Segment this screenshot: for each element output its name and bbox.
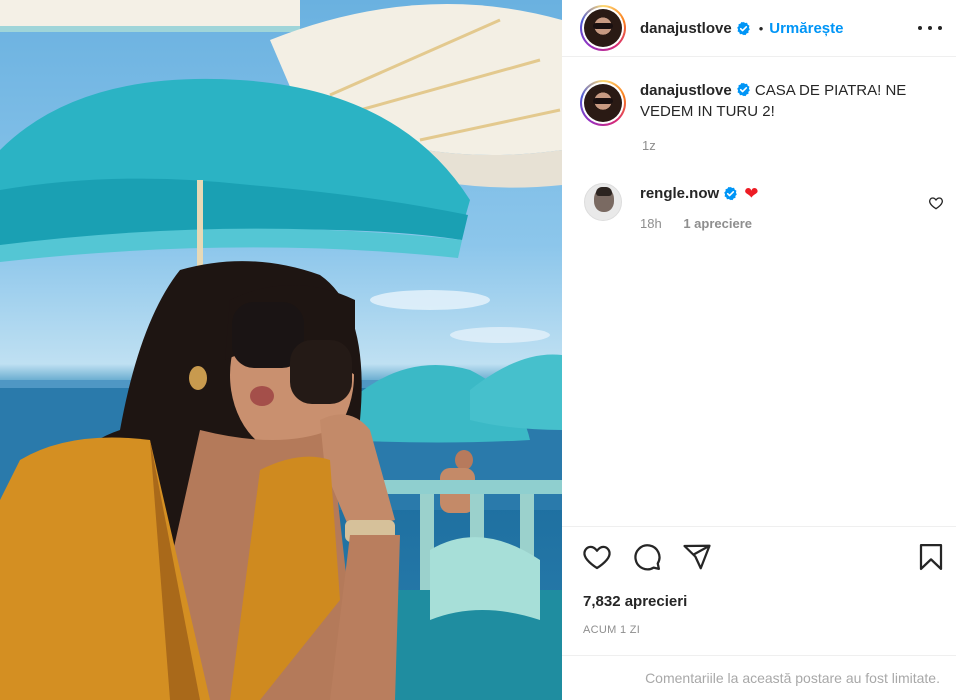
caption-author-username[interactable]: danajustlove <box>640 82 732 99</box>
caption-timestamp[interactable]: 1z <box>642 138 656 153</box>
author-avatar[interactable] <box>580 5 626 51</box>
post-photo[interactable] <box>0 0 562 700</box>
photo-illustration <box>0 0 562 700</box>
post-details-panel: danajustlove • Urmărește danajustlove CA… <box>562 0 956 700</box>
bookmark-icon[interactable] <box>916 542 946 572</box>
more-options-icon[interactable] <box>918 18 942 38</box>
author-username[interactable]: danajustlove <box>640 20 732 37</box>
post-header: danajustlove • Urmărește <box>562 0 956 57</box>
comment-timestamp[interactable]: 18h <box>640 216 662 231</box>
comments-limited-notice: Comentariile la această postare au fost … <box>645 670 940 686</box>
comment-icon[interactable] <box>632 542 662 572</box>
verified-badge-icon <box>736 21 750 35</box>
comment-item: rengle.now ❤ 18h 1 apreciere <box>584 183 944 231</box>
separator-dot: • <box>758 20 764 36</box>
heart-icon[interactable] <box>582 542 612 572</box>
share-icon[interactable] <box>682 542 712 572</box>
comment-like-heart-icon[interactable] <box>928 195 944 211</box>
post-caption: danajustlove CASA DE PIATRA! NE VEDEM IN… <box>580 80 940 126</box>
commenter-avatar[interactable] <box>584 183 622 221</box>
comment-likes[interactable]: 1 apreciere <box>683 216 752 231</box>
commenter-username[interactable]: rengle.now <box>640 185 719 202</box>
verified-badge-icon <box>736 82 750 97</box>
comment-heart-emoji: ❤ <box>744 184 759 203</box>
likes-count[interactable]: 7,832 aprecieri <box>583 593 687 610</box>
divider <box>562 655 956 656</box>
follow-button[interactable]: Urmărește <box>769 20 843 37</box>
post-date[interactable]: ACUM 1 ZI <box>583 624 640 636</box>
divider <box>562 526 956 527</box>
post-actions <box>582 542 712 572</box>
caption-author-avatar[interactable] <box>580 80 626 126</box>
verified-badge-icon <box>724 186 737 201</box>
